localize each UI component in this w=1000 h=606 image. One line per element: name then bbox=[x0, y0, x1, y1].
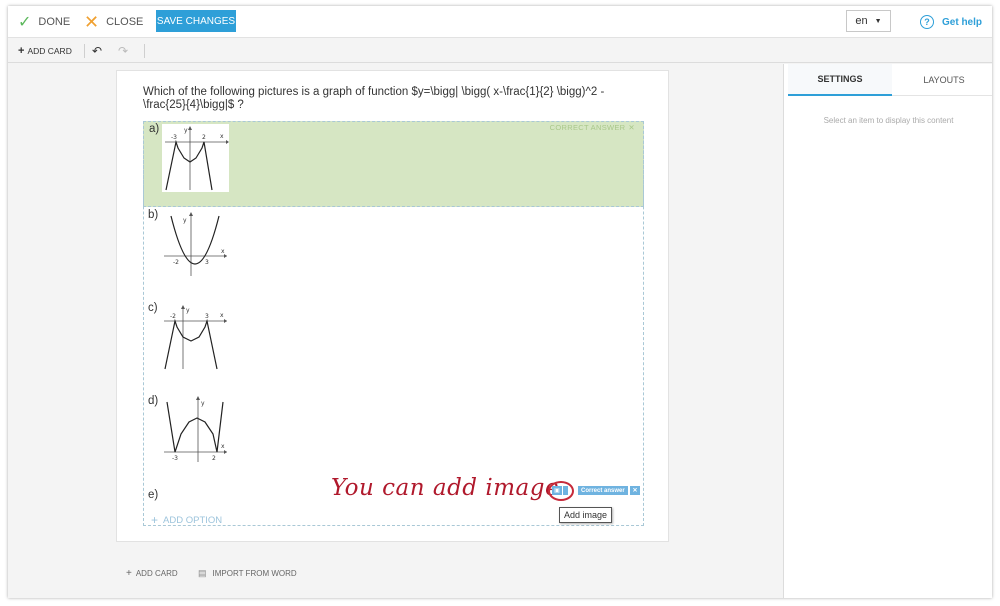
add-option-button[interactable]: + ADD OPTION bbox=[151, 513, 222, 527]
graph-tick-label: 2 bbox=[212, 455, 216, 462]
import-label: IMPORT FROM WORD bbox=[212, 568, 297, 578]
graph-tick-label: -2 bbox=[173, 259, 179, 266]
editor-window: ✓ DONE ✕ CLOSE SAVE CHANGES en ▼ ? Get h… bbox=[8, 6, 992, 598]
correct-answer-text: CORRECT ANSWER bbox=[549, 123, 626, 132]
graph-tick-label: -2 bbox=[170, 313, 176, 320]
option-label: e) bbox=[148, 489, 159, 501]
add-card-button[interactable]: + ADD CARD bbox=[18, 39, 72, 63]
image-menu-button[interactable] bbox=[563, 486, 568, 495]
graph-y-label: y bbox=[201, 400, 205, 407]
add-card-label: ADD CARD bbox=[27, 46, 72, 56]
get-help-link[interactable]: ? Get help bbox=[920, 6, 982, 38]
tab-settings[interactable]: SETTINGS bbox=[788, 64, 892, 96]
help-label: Get help bbox=[942, 16, 983, 28]
graph-x-label: x bbox=[220, 133, 224, 140]
close-button[interactable]: ✕ CLOSE bbox=[84, 6, 143, 38]
graph-x-label: x bbox=[220, 312, 224, 319]
graph-image: y x -2 3 bbox=[161, 303, 228, 371]
add-card-bottom-label: ADD CARD bbox=[135, 568, 178, 578]
question-card[interactable]: Which of the following pictures is a gra… bbox=[116, 70, 669, 542]
graph-image: y x -3 2 bbox=[161, 396, 228, 464]
graph-tick-label: -3 bbox=[172, 455, 178, 462]
redo-icon: ↷ bbox=[118, 44, 129, 58]
graph-image: y x -3 2 bbox=[162, 124, 229, 192]
graph-y-label: y bbox=[184, 127, 188, 134]
done-button[interactable]: ✓ DONE bbox=[18, 6, 70, 38]
close-label: CLOSE bbox=[106, 16, 144, 28]
graph-tick-label: -3 bbox=[171, 134, 177, 141]
toolbar-divider bbox=[144, 44, 145, 58]
option-label: d) bbox=[148, 395, 159, 407]
graph-image: y x -2 3 bbox=[161, 210, 228, 278]
graph-tick-label: 2 bbox=[202, 134, 206, 141]
language-value: en bbox=[855, 15, 868, 27]
option-label: c) bbox=[148, 302, 158, 314]
plus-icon: + bbox=[151, 513, 159, 527]
panel-empty-message: Select an item to display this content bbox=[823, 116, 954, 125]
language-select[interactable]: en ▼ bbox=[846, 10, 891, 32]
done-label: DONE bbox=[38, 16, 71, 28]
option-d[interactable]: d) y x -3 2 bbox=[143, 394, 644, 487]
option-label: b) bbox=[148, 209, 159, 221]
graph-tick-label: 3 bbox=[205, 259, 209, 266]
secondary-toolbar: + ADD CARD ↶ ↷ bbox=[8, 39, 992, 63]
option-a[interactable]: a) CORRECT ANSWER ✕ y x -3 2 bbox=[143, 121, 644, 207]
document-icon: ▤ bbox=[198, 567, 207, 578]
correct-answer-button[interactable]: Correct answer bbox=[578, 486, 628, 495]
correct-answer-label: CORRECT ANSWER ✕ bbox=[550, 123, 635, 132]
image-icon[interactable]: ▣ bbox=[552, 486, 562, 495]
settings-panel: SETTINGS LAYOUTS Select an item to displ… bbox=[783, 64, 992, 598]
check-icon: ✓ bbox=[18, 14, 32, 31]
plus-icon: + bbox=[18, 45, 25, 57]
remove-option-icon[interactable]: ✕ bbox=[630, 486, 640, 495]
option-c[interactable]: c) y x -2 3 bbox=[143, 301, 644, 394]
graph-x-label: x bbox=[221, 443, 225, 450]
plus-icon: + bbox=[126, 567, 132, 579]
caret-down-icon: ▼ bbox=[874, 17, 882, 25]
graph-y-label: y bbox=[186, 307, 190, 314]
add-card-bottom-button[interactable]: + ADD CARD bbox=[126, 566, 178, 580]
add-image-tooltip: Add image bbox=[559, 507, 613, 523]
graph-x-label: x bbox=[221, 248, 225, 255]
graph-tick-label: 3 bbox=[205, 313, 209, 320]
close-icon[interactable]: ✕ bbox=[628, 123, 635, 132]
annotation-text: You can add image bbox=[331, 475, 560, 501]
graph-y-label: y bbox=[183, 217, 187, 224]
question-text[interactable]: Which of the following pictures is a gra… bbox=[143, 86, 648, 112]
tab-layouts[interactable]: LAYOUTS bbox=[892, 64, 992, 96]
save-changes-button[interactable]: SAVE CHANGES bbox=[156, 10, 236, 32]
close-icon: ✕ bbox=[84, 11, 100, 32]
undo-icon: ↶ bbox=[92, 44, 103, 58]
add-option-label: ADD OPTION bbox=[163, 514, 223, 526]
toolbar-divider bbox=[84, 44, 85, 58]
top-toolbar: ✓ DONE ✕ CLOSE SAVE CHANGES en ▼ ? Get h… bbox=[8, 6, 992, 38]
import-from-word-button[interactable]: ▤ IMPORT FROM WORD bbox=[198, 566, 297, 580]
question-mark-icon: ? bbox=[920, 15, 934, 29]
undo-button[interactable]: ↶ bbox=[92, 39, 102, 63]
redo-button[interactable]: ↷ bbox=[118, 39, 128, 63]
option-label: a) bbox=[149, 123, 160, 135]
option-b[interactable]: b) y x -2 3 bbox=[143, 208, 644, 301]
